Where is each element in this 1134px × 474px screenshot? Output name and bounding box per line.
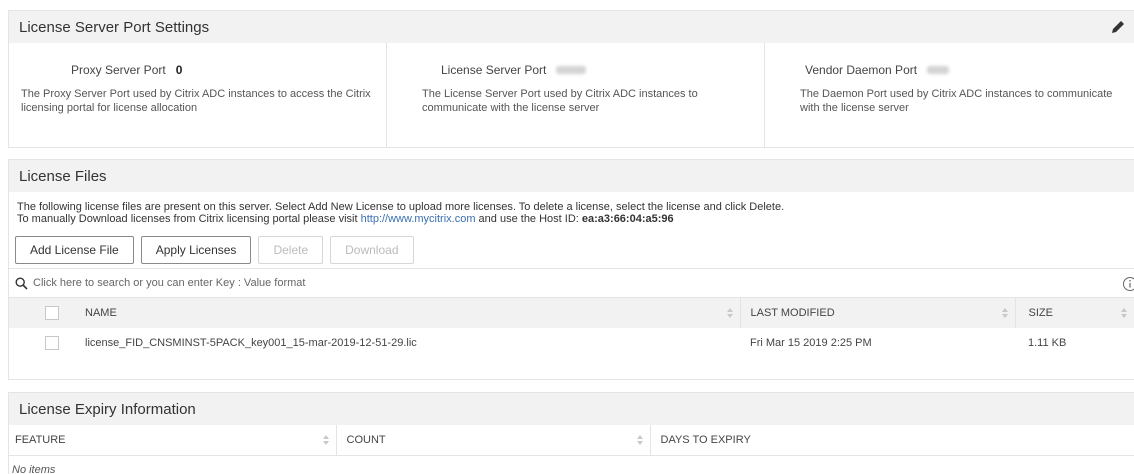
search-input[interactable] [33,277,1134,289]
empty-state-text: No items [12,463,56,474]
license-server-port-description: The License Server Port used by Citrix A… [422,88,698,114]
license-server-port-block: License Server Port The License Server P… [386,43,764,147]
sort-icon [1121,308,1127,318]
feature-column-label: FEATURE [15,433,66,446]
license-files-header: License Files [9,160,1134,192]
add-license-file-button[interactable]: Add License File [15,236,134,264]
proxy-port-value: 0 [175,63,183,77]
vendor-daemon-port-block: Vendor Daemon Port The Daemon Port used … [764,43,1134,147]
vendor-daemon-port-label: Vendor Daemon Port [805,63,918,77]
proxy-port-description: The Proxy Server Port used by Citrix ADC… [21,88,371,114]
sort-icon [1001,308,1008,318]
license-files-table: NAME LAST MODIFIED SIZE license_FID_CNSM… [9,298,1134,358]
delete-button[interactable]: Delete [258,236,324,264]
row-checkbox-cell [9,328,85,358]
days-to-expiry-column-label: DAYS TO EXPIRY [660,433,751,446]
search-icon [15,276,28,290]
license-server-port-value-redacted [556,66,587,74]
license-file-modified: Fri Mar 15 2019 2:25 PM [750,337,872,349]
table-header-row: NAME LAST MODIFIED SIZE [9,298,1134,328]
name-column-label: NAME [85,307,117,319]
feature-column-header[interactable]: FEATURE [9,425,337,455]
info-line-2-prefix: To manually Download licenses from Citri… [17,213,361,225]
days-to-expiry-column-header[interactable]: DAYS TO EXPIRY [650,425,1134,455]
license-file-size: 1.11 KB [1028,337,1067,349]
license-files-info: The following license files are present … [9,192,1134,225]
license-server-port-label: License Server Port [441,63,547,77]
size-column-label: SIZE [1028,307,1053,319]
name-column-header[interactable]: NAME [85,298,741,328]
table-row[interactable]: license_FID_CNSMINST-5PACK_key001_15-mar… [9,328,1134,358]
license-expiry-title: License Expiry Information [19,400,196,418]
download-button[interactable]: Download [330,236,414,264]
count-column-label: COUNT [346,433,386,446]
info-line-2: To manually Download licenses from Citri… [17,213,1126,225]
count-column-header[interactable]: COUNT [336,425,651,455]
sort-icon [322,435,329,445]
expiry-header-row: FEATURE COUNT DAYS TO EXPIRY [9,425,1134,455]
sort-icon [636,435,643,445]
last-modified-column-label: LAST MODIFIED [750,307,835,319]
select-all-checkbox[interactable] [45,306,59,320]
proxy-port-label: Proxy Server Port [71,63,166,77]
vendor-daemon-port-description: The Daemon Port used by Citrix ADC insta… [800,88,1113,114]
mycitrix-link[interactable]: http://www.mycitrix.com [361,213,476,225]
license-files-panel: License Files The following license file… [8,159,1134,380]
license-file-name: license_FID_CNSMINST-5PACK_key001_15-mar… [85,337,417,349]
row-checkbox[interactable] [45,336,59,350]
search-bar [9,268,1134,298]
license-expiry-table: FEATURE COUNT DAYS TO EXPIRY [9,425,1134,456]
select-all-cell [9,298,85,328]
port-settings-title: License Server Port Settings [19,18,210,36]
license-files-toolbar: Add License File Apply Licenses Delete D… [9,225,1134,264]
last-modified-column-header[interactable]: LAST MODIFIED [740,298,1016,328]
license-expiry-header: License Expiry Information [9,393,1134,425]
license-files-title: License Files [19,167,107,185]
info-line-1: The following license files are present … [17,201,785,213]
port-settings-header: License Server Port Settings [9,11,1134,43]
info-icon[interactable] [1122,276,1134,292]
sort-icon [726,308,733,318]
apply-licenses-button[interactable]: Apply Licenses [140,236,252,264]
port-settings-panel: License Server Port Settings Proxy Serve… [8,10,1134,148]
host-id: ea:a3:66:04:a5:96 [581,213,674,225]
vendor-daemon-port-value-redacted [927,66,950,74]
pencil-icon[interactable] [1108,17,1128,37]
license-expiry-panel: License Expiry Information FEATURE COUNT… [8,392,1134,474]
size-column-header[interactable]: SIZE [1015,298,1134,328]
info-line-2-mid: and use the Host ID: [475,213,582,225]
proxy-port-block: Proxy Server Port 0 The Proxy Server Por… [9,43,386,147]
